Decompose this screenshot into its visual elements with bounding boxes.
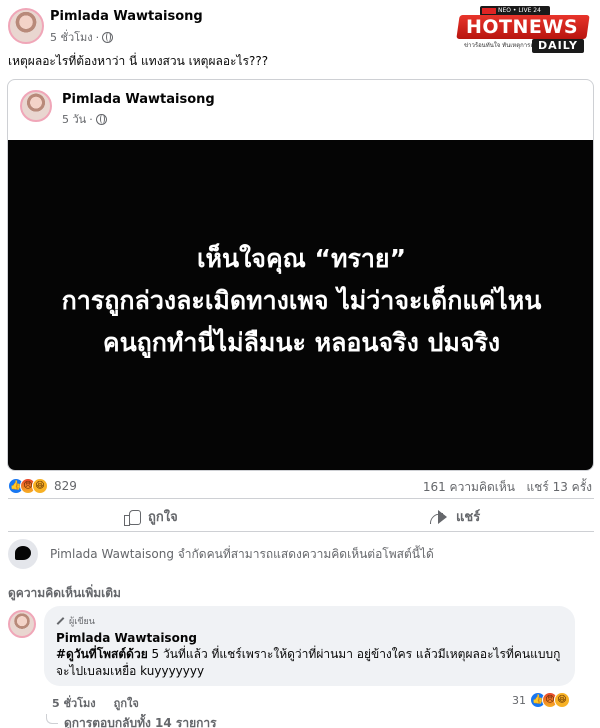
- commenter-avatar[interactable]: [8, 610, 36, 638]
- comment-reaction-count: 31: [512, 693, 526, 707]
- post-text-line-1: เห็นใจคุณ “ทราย”: [196, 244, 407, 273]
- restriction-text: Pimlada Wawtaisong จำกัดคนที่สามารถแสดงค…: [50, 546, 434, 561]
- view-replies-label: ดูการตอบกลับทั้ง 14 รายการ: [64, 716, 217, 728]
- share-label: แชร์: [456, 510, 481, 525]
- shared-post-card[interactable]: Pimlada Wawtaisong 5 วัน · เห็นใจคุณ “ทร…: [7, 79, 594, 471]
- share-button[interactable]: แชร์: [430, 506, 480, 527]
- comment-restriction-notice: Pimlada Wawtaisong จำกัดคนที่สามารถแสดงค…: [8, 538, 594, 570]
- logo-daily: DAILY: [532, 39, 584, 53]
- text-post-image[interactable]: เห็นใจคุณ “ทราย” การถูกล่วงละเมิดทางเพจ …: [8, 140, 593, 470]
- logo-tagline: ข่าวร้อนทันใจ ทันเหตุการณ์: [464, 42, 536, 49]
- author-badge: ผู้เขียน: [56, 614, 563, 628]
- comments-shares-count[interactable]: 161 ความคิดเห็น แชร์ 13 ครั้ง: [423, 478, 592, 497]
- shared-post-meta: 5 วัน ·: [62, 110, 107, 128]
- reaction-summary[interactable]: 👍 😠 😆 829: [8, 478, 77, 494]
- view-more-comments-link[interactable]: ดูความคิดเห็นเพิ่มเติม: [8, 584, 121, 603]
- post-meta: 5 ชั่วโมง ·: [50, 28, 114, 46]
- comment-like-button[interactable]: ถูกใจ: [114, 694, 139, 712]
- shared-post-time[interactable]: 5 วัน: [62, 110, 86, 128]
- post-actions: ถูกใจ แชร์: [8, 498, 594, 532]
- like-button[interactable]: ถูกใจ: [124, 506, 178, 527]
- view-replies-link[interactable]: ดูการตอบกลับทั้ง 14 รายการ: [46, 713, 217, 728]
- shared-author-name[interactable]: Pimlada Wawtaisong: [62, 92, 215, 107]
- reaction-count: 829: [54, 479, 77, 493]
- comment-hashtag[interactable]: #ดูวันที่โพสต์ด้วย: [56, 647, 148, 661]
- globe-icon: [95, 113, 107, 125]
- hotnews-daily-logo: NEO • LIVE 24 HOTNEWS ข่าวร้อนทันใจ ทันเ…: [456, 6, 590, 56]
- logo-ribbon-text: NEO • LIVE 24: [498, 7, 541, 14]
- like-label: ถูกใจ: [148, 510, 178, 525]
- author-badge-label: ผู้เขียน: [69, 617, 95, 627]
- post-text-line-3: คนถูกทำนี่ไม่ลืมนะ หลอนจริง ปมจริง: [102, 328, 501, 357]
- logo-daily-text: DAILY: [538, 39, 578, 52]
- comment-time[interactable]: 5 ชั่วโมง: [52, 694, 96, 712]
- share-arrow-icon: [430, 509, 448, 524]
- logo-main-text: HOTNEWS: [466, 16, 579, 38]
- author-name[interactable]: Pimlada Wawtaisong: [50, 9, 203, 24]
- comment-bubble: ผู้เขียน Pimlada Wawtaisong #ดูวันที่โพส…: [44, 606, 575, 686]
- meta-separator: ·: [89, 112, 93, 126]
- post-caption: เหตุผลอะไรที่ต้องหาว่า นี่ แทงสวน เหตุผล…: [8, 54, 269, 68]
- haha-reaction-icon: 😆: [554, 692, 570, 708]
- post-text-line-2: การถูกล่วงละเมิดทางเพจ ไม่ว่าจะเด็กแค่ไห…: [61, 286, 542, 315]
- reply-thread-line: [46, 713, 58, 724]
- author-avatar[interactable]: [8, 8, 44, 44]
- post-header: Pimlada Wawtaisong 5 ชั่วโมง ·: [8, 6, 408, 46]
- comment-meta: 5 ชั่วโมง ถูกใจ: [52, 694, 139, 712]
- commenter-name[interactable]: Pimlada Wawtaisong: [56, 631, 563, 645]
- shared-author-avatar[interactable]: [20, 90, 52, 122]
- meta-separator: ·: [95, 30, 100, 44]
- comment-bubble-icon: [8, 539, 38, 569]
- haha-reaction-icon: 😆: [32, 478, 48, 494]
- post-stats: 👍 😠 😆 829 161 ความคิดเห็น แชร์ 13 ครั้ง: [8, 476, 594, 496]
- pen-icon: [56, 617, 65, 625]
- post-time[interactable]: 5 ชั่วโมง: [50, 28, 93, 46]
- logo-main: HOTNEWS: [456, 15, 590, 39]
- comment-text: #ดูวันที่โพสต์ด้วย 5 วันที่แล้ว ที่แชร์เ…: [56, 646, 563, 680]
- globe-icon: [102, 31, 114, 43]
- thumbs-up-icon: [124, 509, 141, 526]
- comment-reactions[interactable]: 31 👍 😠 😆: [512, 692, 570, 708]
